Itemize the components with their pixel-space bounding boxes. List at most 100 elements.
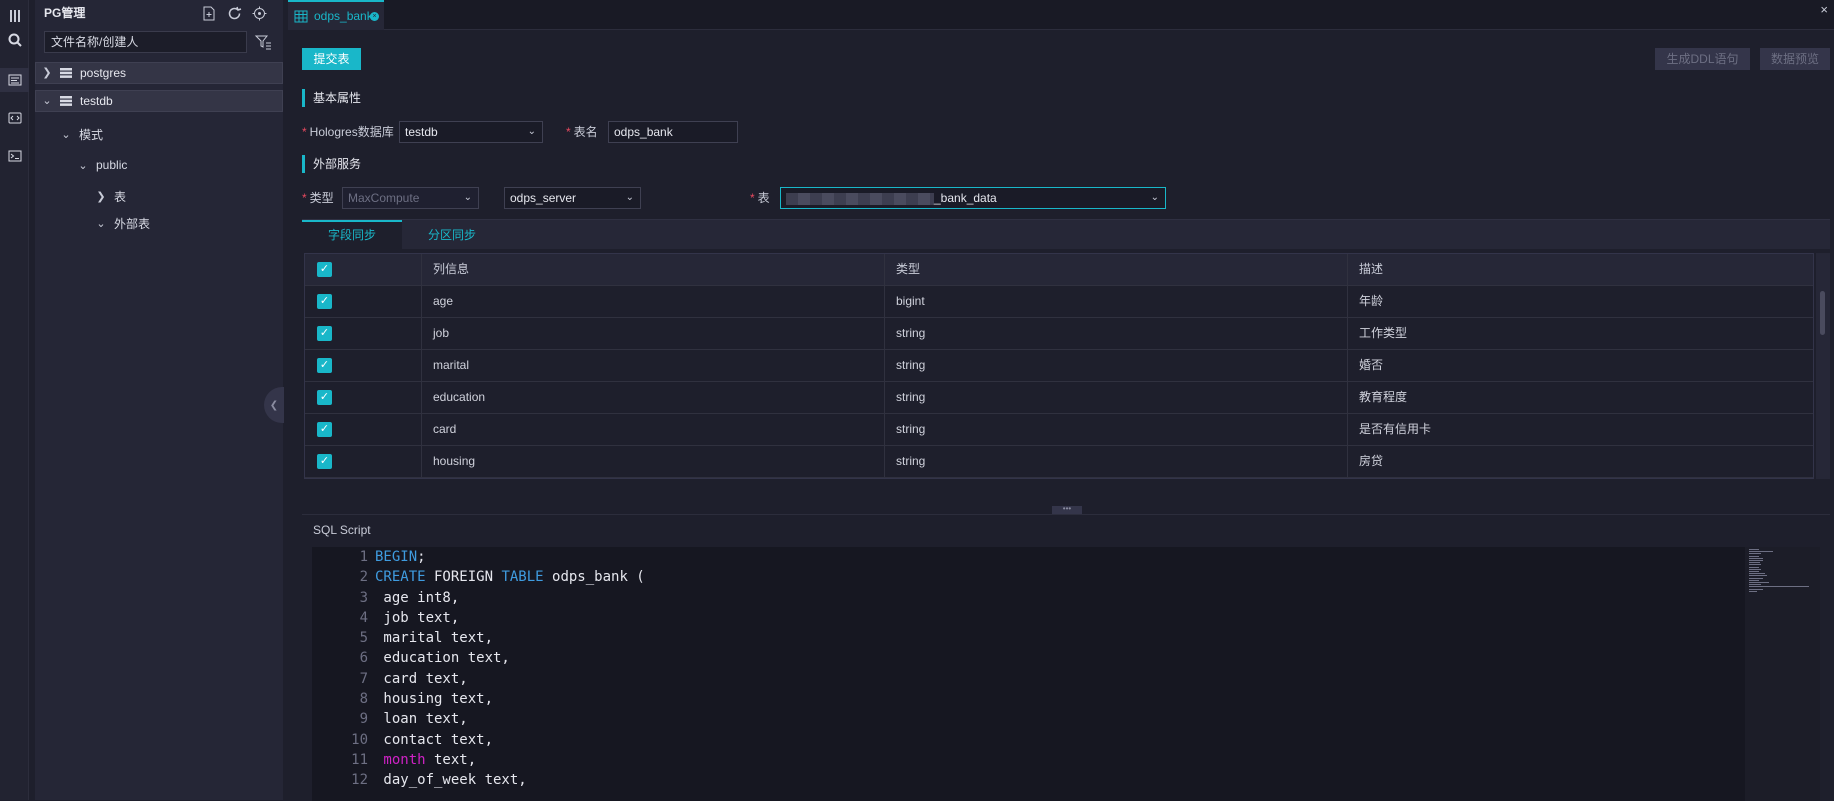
- cell-description: 是否有信用卡: [1359, 422, 1432, 436]
- close-icon[interactable]: ×: [370, 12, 379, 21]
- refresh-icon[interactable]: [224, 3, 244, 23]
- cell-name: education: [422, 382, 885, 414]
- submit-table-button[interactable]: 提交表: [302, 48, 361, 70]
- sql-text: marital text,: [375, 630, 494, 647]
- minimap-line: [1749, 573, 1765, 575]
- code-line: job text,: [375, 608, 645, 628]
- sql-text: day_of_week text,: [375, 772, 527, 789]
- locate-icon[interactable]: [249, 3, 269, 23]
- row-checkbox[interactable]: ✓: [317, 326, 332, 341]
- table-name-label: * 表名: [566, 125, 598, 139]
- minimap-line: [1749, 560, 1763, 561]
- tree-item-schema[interactable]: ⌄ 模式: [35, 121, 283, 147]
- sql-text: loan text,: [375, 711, 468, 728]
- code-icon[interactable]: [0, 106, 29, 130]
- minimap-line: [1749, 579, 1759, 581]
- tab-partition-sync[interactable]: 分区同步: [402, 220, 502, 250]
- minimap-line: [1749, 571, 1759, 572]
- line-number: 4: [359, 609, 368, 626]
- sql-script-panel: SQL Script 1 2 3 4 5 6 7 8 9 10 11 12 BEGIN; CREATE …: [302, 514, 1830, 801]
- terminal-icon[interactable]: [0, 144, 29, 168]
- section-basic-title: 基本属性: [302, 89, 361, 107]
- line-number: 12: [351, 772, 368, 789]
- menu-icon[interactable]: [0, 4, 29, 28]
- cell-name: marital: [422, 350, 885, 382]
- row-checkbox[interactable]: ✓: [317, 390, 332, 405]
- sql-text: age int8,: [375, 589, 460, 606]
- panel-title: PG管理: [44, 6, 86, 20]
- minimap-line: [1749, 582, 1769, 583]
- row-checkbox[interactable]: ✓: [317, 358, 332, 373]
- data-preview-button[interactable]: 数据预览: [1760, 48, 1830, 70]
- tree-item-postgres[interactable]: ❯ postgres: [35, 62, 283, 84]
- code-content[interactable]: BEGIN; CREATE FOREIGN TABLE odps_bank ( a…: [375, 547, 645, 791]
- activity-rail: [0, 0, 29, 800]
- new-file-icon[interactable]: [199, 3, 219, 23]
- line-number: 8: [359, 691, 368, 708]
- minimap[interactable]: [1745, 547, 1820, 801]
- select-all-checkbox[interactable]: ✓: [317, 262, 332, 277]
- minimap-line: [1749, 575, 1767, 577]
- table-row[interactable]: ✓ card string 是否有信用卡: [305, 414, 1813, 446]
- code-editor[interactable]: 1 2 3 4 5 6 7 8 9 10 11 12 BEGIN; CREATE FOREIGN TAB…: [312, 547, 1820, 801]
- line-number: 1: [359, 549, 368, 565]
- chevron-down-icon: ⌄: [61, 128, 71, 141]
- tree-item-public[interactable]: ⌄ public: [35, 152, 283, 178]
- minimap-line: [1749, 549, 1759, 550]
- hologres-db-select[interactable]: testdb ⌄: [399, 121, 543, 143]
- grid-scrollbar[interactable]: [1816, 253, 1830, 479]
- tree-item-label: public: [96, 158, 128, 172]
- sql-script-title: SQL Script: [313, 523, 371, 537]
- minimap-line: [1749, 584, 1761, 586]
- tree-item-label: testdb: [80, 94, 113, 108]
- cell-type: string: [885, 414, 1348, 446]
- sql-text: contact text,: [375, 731, 494, 748]
- close-icon[interactable]: ×: [1820, 2, 1828, 17]
- table-row[interactable]: ✓ age bigint 年龄: [305, 286, 1813, 318]
- tab-odps-bank[interactable]: odps_bank ×: [288, 0, 384, 30]
- minimap-line: [1749, 564, 1761, 566]
- tree-item-testdb[interactable]: ⌄ testdb: [35, 90, 283, 112]
- scroll-thumb[interactable]: [1820, 291, 1825, 335]
- table-row[interactable]: ✓ housing string 房贷: [305, 446, 1813, 478]
- tab-field-sync[interactable]: 字段同步: [302, 220, 402, 250]
- table-row[interactable]: ✓ marital string 婚否: [305, 350, 1813, 382]
- server-select[interactable]: odps_server ⌄: [504, 187, 641, 209]
- resize-handle[interactable]: •••: [1052, 505, 1082, 514]
- database-icon: [60, 68, 72, 78]
- table-row[interactable]: ✓ job string 工作类型: [305, 318, 1813, 350]
- filter-icon[interactable]: [254, 33, 272, 51]
- minimap-line: [1749, 588, 1763, 590]
- cell-type: string: [885, 446, 1348, 478]
- cell-name: job: [422, 318, 885, 350]
- sql-builtin: month: [375, 751, 426, 768]
- search-input[interactable]: 文件名称/创建人: [44, 31, 247, 53]
- source-table-select[interactable]: _bank_data ⌄: [780, 187, 1166, 209]
- tree-item-label: 模式: [79, 127, 104, 142]
- sql-text: job text,: [375, 609, 460, 626]
- table-row[interactable]: ✓ education string 教育程度: [305, 382, 1813, 414]
- tree-item-foreign-tables[interactable]: ⌄ 外部表: [35, 210, 283, 236]
- code-line: education text,: [375, 648, 645, 668]
- main-area: odps_bank × × 提交表 生成DDL语句 数据预览 基本属性 * Hol…: [288, 0, 1834, 801]
- type-label: * 类型: [302, 191, 334, 205]
- sync-tabs: 字段同步 分区同步: [302, 219, 1830, 250]
- code-line: loan text,: [375, 709, 645, 729]
- tree-item-tables[interactable]: ❯ 表: [35, 183, 283, 209]
- sql-text: card text,: [375, 670, 468, 687]
- sql-text: odps_bank (: [543, 569, 645, 586]
- cell-type: string: [885, 350, 1348, 382]
- table-name-input[interactable]: odps_bank: [608, 121, 738, 143]
- code-line: marital text,: [375, 628, 645, 648]
- cell-description: 婚否: [1359, 358, 1384, 372]
- line-number: 5: [359, 630, 368, 647]
- line-number: 10: [351, 731, 368, 748]
- row-checkbox[interactable]: ✓: [317, 294, 332, 309]
- search-icon[interactable]: [0, 28, 29, 52]
- row-checkbox[interactable]: ✓: [317, 422, 332, 437]
- row-checkbox[interactable]: ✓: [317, 454, 332, 469]
- generate-ddl-button[interactable]: 生成DDL语句: [1655, 48, 1750, 70]
- pg-manage-icon[interactable]: [0, 68, 29, 92]
- tree-item-label: postgres: [80, 66, 127, 80]
- chevron-down-icon: ⌄: [625, 192, 634, 203]
